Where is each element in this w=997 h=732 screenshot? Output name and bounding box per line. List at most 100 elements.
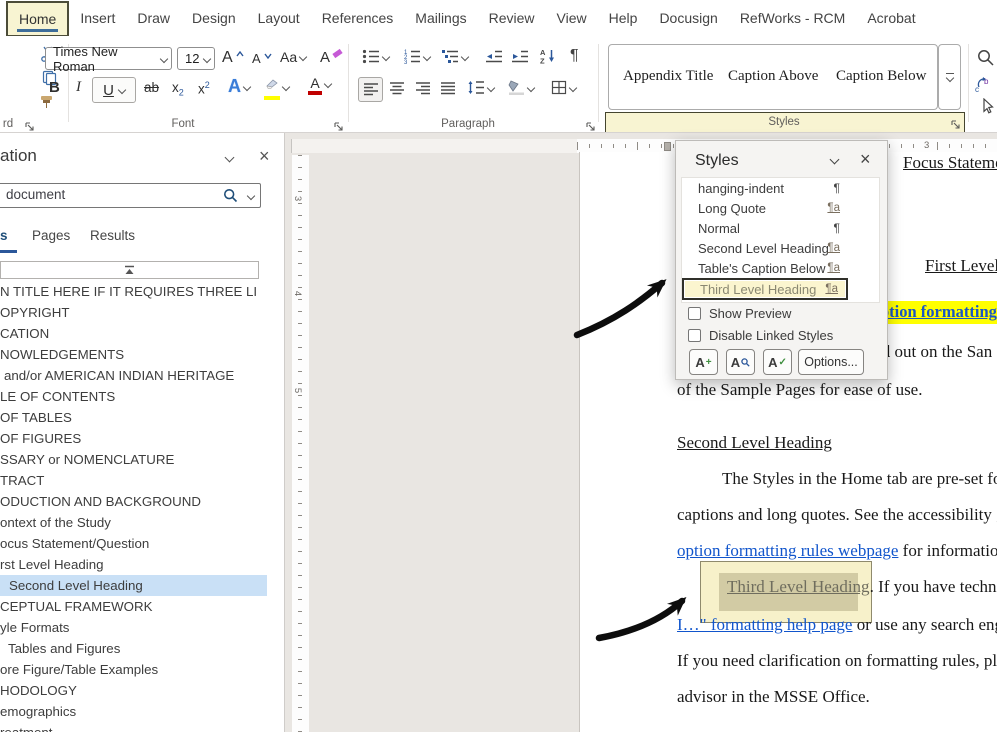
styles-pane-chevron-icon[interactable] [830, 155, 840, 165]
justify-button[interactable] [440, 81, 456, 96]
nav-item[interactable]: OPYRIGHT [0, 302, 258, 323]
paragraph-dialog-launcher[interactable] [585, 119, 597, 131]
nav-tab-headings[interactable]: s [0, 228, 8, 243]
nav-chevron-icon[interactable] [226, 147, 233, 164]
bullets-button[interactable] [362, 49, 389, 64]
nav-item[interactable]: HODOLOGY [0, 680, 258, 701]
replace-button[interactable]: bc [975, 76, 992, 93]
clipboard-dialog-launcher[interactable] [24, 119, 36, 131]
sort-button[interactable]: AZ [540, 48, 556, 64]
tab-design[interactable]: Design [181, 0, 247, 36]
font-size-combobox[interactable]: 12 [177, 47, 215, 70]
nav-tab-pages[interactable]: Pages [32, 228, 70, 243]
doc-line-sample-pages[interactable]: of the Sample Pages for ease of use. [677, 380, 922, 400]
manage-styles-button[interactable]: A✓ [763, 349, 792, 375]
clear-formatting-button[interactable]: A [320, 49, 342, 66]
grow-font-button[interactable]: A [222, 49, 244, 67]
style-caption-below[interactable]: Caption Below [836, 68, 926, 85]
subscript-button[interactable]: x2 [172, 80, 184, 98]
nav-search-magnifier-icon[interactable] [223, 188, 238, 208]
doc-highlight-link-text[interactable]: ption formatting [880, 302, 997, 321]
doc-line-option-formatting[interactable]: option formatting rules webpage for info… [677, 541, 997, 561]
strikethrough-button[interactable]: ab [144, 80, 159, 95]
doc-line-clarification[interactable]: If you need clarification on formatting … [677, 651, 997, 671]
style-inspector-button[interactable]: A [726, 349, 755, 375]
nav-close-icon[interactable]: × [259, 147, 270, 165]
nav-item[interactable]: NOWLEDGEMENTS [0, 344, 258, 365]
text-highlight-button[interactable] [264, 77, 289, 100]
tab-mailings[interactable]: Mailings [404, 0, 477, 36]
nav-item[interactable]: OF TABLES [0, 407, 258, 428]
nav-item[interactable]: OF FIGURES [0, 428, 258, 449]
nav-item[interactable]: Tables and Figures [0, 638, 266, 659]
nav-item[interactable]: reatment [0, 722, 258, 732]
style-row-hanging-indent[interactable]: hanging-indent¶ [682, 178, 848, 198]
doc-line-first-level[interactable]: First Level [925, 256, 997, 276]
increase-indent-button[interactable] [511, 49, 529, 64]
style-row-normal[interactable]: Normal¶ [682, 218, 848, 238]
doc-line-advisor[interactable]: advisor in the MSSE Office. [677, 687, 870, 707]
styles-options-button[interactable]: Options... [798, 349, 864, 375]
tab-help[interactable]: Help [598, 0, 649, 36]
horizontal-ruler[interactable]: 3 [292, 139, 997, 153]
doc-line-highlight-link[interactable]: ption formatting [880, 302, 997, 322]
nav-item[interactable]: yle Formats [0, 617, 258, 638]
align-left-button[interactable] [358, 77, 383, 102]
style-caption-above[interactable]: Caption Above [728, 68, 818, 85]
tab-draw[interactable]: Draw [126, 0, 181, 36]
nav-item[interactable]: emographics [0, 701, 258, 722]
disable-linked-styles-checkbox[interactable] [688, 329, 701, 342]
tab-references[interactable]: References [311, 0, 405, 36]
multilevel-list-button[interactable] [441, 49, 468, 64]
doc-line-styles-preset[interactable]: The Styles in the Home tab are pre-set f… [722, 469, 997, 489]
doc-line-third-level-heading[interactable]: Third Level Heading. If you have technic… [727, 577, 997, 597]
nav-item[interactable]: TRACT [0, 470, 258, 491]
tab-view[interactable]: View [546, 0, 598, 36]
line-spacing-button[interactable] [467, 80, 494, 95]
nav-item[interactable]: ocus Statement/Question [0, 533, 258, 554]
select-button[interactable] [982, 98, 995, 115]
nav-item[interactable]: SSARY or NOMENCLATURE [0, 449, 258, 470]
numbering-button[interactable]: 123 [403, 49, 430, 64]
doc-line-second-level-heading[interactable]: Second Level Heading [677, 433, 832, 453]
vertical-ruler[interactable]: 3 4 5 [292, 155, 309, 732]
new-style-button[interactable]: A+ [689, 349, 718, 375]
nav-item[interactable]: ODUCTION AND BACKGROUND [0, 491, 258, 512]
align-center-button[interactable] [389, 81, 405, 96]
indent-marker[interactable] [664, 142, 671, 151]
styles-pane-close-icon[interactable]: × [860, 149, 871, 170]
nav-search-input[interactable] [4, 186, 198, 203]
doc-third-level-heading-text[interactable]: Third Level Heading [727, 577, 870, 596]
tab-insert[interactable]: Insert [69, 0, 126, 36]
tab-acrobat[interactable]: Acrobat [856, 0, 926, 36]
nav-item[interactable]: ontext of the Study [0, 512, 258, 533]
tab-docusign[interactable]: Docusign [648, 0, 728, 36]
nav-item[interactable]: N TITLE HERE IF IT REQUIRES THREE LINES.… [0, 281, 258, 302]
nav-item[interactable]: CATION [0, 323, 258, 344]
tab-review[interactable]: Review [478, 0, 546, 36]
styles-gallery-more-button[interactable] [938, 44, 961, 110]
doc-link-option-formatting[interactable]: option formatting rules webpage [677, 541, 898, 560]
style-appendix-title[interactable]: Appendix Title [623, 68, 713, 85]
nav-item[interactable]: rst Level Heading [0, 554, 258, 575]
nav-item[interactable]: CEPTUAL FRAMEWORK [0, 596, 258, 617]
italic-button[interactable]: I [76, 79, 81, 96]
style-row-second-level-heading[interactable]: Second Level Heading¶a [682, 238, 848, 258]
bold-button[interactable]: B [49, 79, 60, 96]
doc-line-laid-out[interactable]: id out on the San [877, 342, 992, 362]
styles-dialog-launcher[interactable] [950, 117, 962, 129]
format-painter-button[interactable] [39, 94, 54, 110]
nav-tab-results[interactable]: Results [90, 228, 135, 243]
nav-item[interactable]: and/or AMERICAN INDIAN HERITAGE [0, 365, 262, 386]
font-name-combobox[interactable]: Times New Roman [45, 47, 172, 70]
nav-search-dropdown-icon[interactable] [247, 192, 255, 200]
style-row-tables-caption-below[interactable]: Table's Caption Below¶a [682, 258, 848, 278]
decrease-indent-button[interactable] [485, 49, 503, 64]
find-button[interactable] [977, 49, 995, 67]
styles-task-pane[interactable]: Styles × hanging-indent¶ Long Quote¶a No… [675, 140, 888, 380]
shrink-font-button[interactable]: A [252, 51, 272, 66]
shading-button[interactable] [508, 80, 534, 95]
tab-refworks[interactable]: RefWorks - RCM [729, 0, 857, 36]
superscript-button[interactable]: x2 [198, 80, 210, 97]
tab-layout[interactable]: Layout [247, 0, 311, 36]
